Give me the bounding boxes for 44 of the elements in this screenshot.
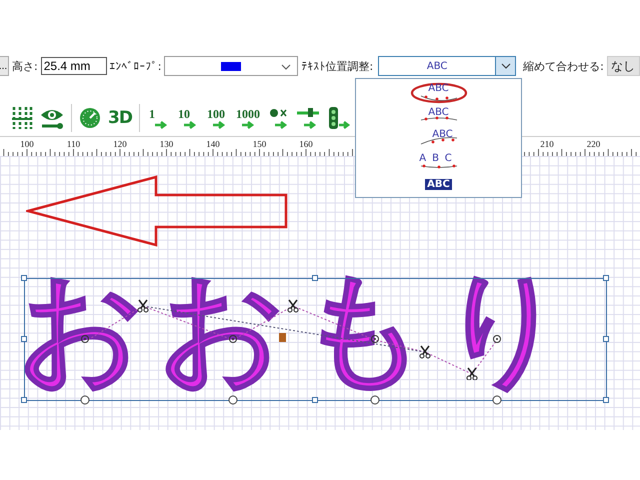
3d-view-button[interactable]: 3D [108, 108, 132, 128]
ruler-label: 100 [19, 139, 35, 149]
envelope-label: ｴﾝﾍﾞﾛｰﾌﾟ: [110, 60, 162, 72]
arrow-icon [184, 120, 196, 128]
text-position-dropdown[interactable]: ABC [378, 56, 516, 76]
more-button[interactable]: ... [0, 56, 9, 76]
gauge-icon[interactable] [79, 107, 101, 129]
highlight-ellipse [410, 82, 468, 104]
step-button[interactable]: 100 [204, 108, 227, 128]
ruler-label: 220 [586, 139, 602, 149]
step-button[interactable]: 1 [146, 108, 169, 128]
envelope-swatch-icon [221, 62, 242, 70]
chevron-icon [281, 64, 292, 70]
ruler-label: 110 [66, 139, 82, 149]
arrow-icon [154, 120, 167, 128]
text-position-option[interactable]: ABC [356, 173, 521, 196]
ruler-label: 210 [539, 139, 555, 149]
step-button[interactable]: 10 [176, 108, 198, 128]
height-label: 高さ: [12, 58, 38, 74]
step-button[interactable]: 1000 [234, 108, 262, 128]
baseline-curve-icon [419, 164, 459, 169]
needle-arrow-icon[interactable] [296, 105, 320, 131]
fit-field[interactable]: なし [606, 56, 640, 76]
ruler-label: 120 [112, 139, 128, 149]
ruler-label: 130 [158, 139, 174, 149]
text-position-label: ﾃｷｽﾄ位置調整: [301, 58, 374, 74]
text-position-option[interactable]: ABC [356, 104, 521, 127]
text-position-option[interactable]: ABC [356, 150, 521, 173]
envelope-dropdown[interactable] [164, 56, 298, 76]
signal-light-arrow-icon[interactable] [326, 105, 351, 131]
fit-label: 縮めて合わせる: [523, 58, 604, 74]
text-position-option[interactable]: ABC [356, 81, 521, 104]
text-position-option[interactable]: ABC [356, 127, 521, 150]
left-arrow-shape[interactable] [26, 175, 290, 247]
ruler-label: 150 [252, 139, 268, 149]
chevron-icon[interactable] [495, 57, 516, 75]
stitch-grid-icon[interactable] [11, 105, 33, 131]
height-field[interactable]: 25.4 mm [40, 57, 107, 75]
arc-text-sample: ABC [426, 60, 448, 72]
ruler-label: 140 [205, 139, 221, 149]
baseline-curve-icon [419, 94, 459, 102]
arrow-icon [212, 120, 225, 128]
arrow-icon [242, 120, 254, 128]
ruler-label: 160 [298, 139, 314, 149]
